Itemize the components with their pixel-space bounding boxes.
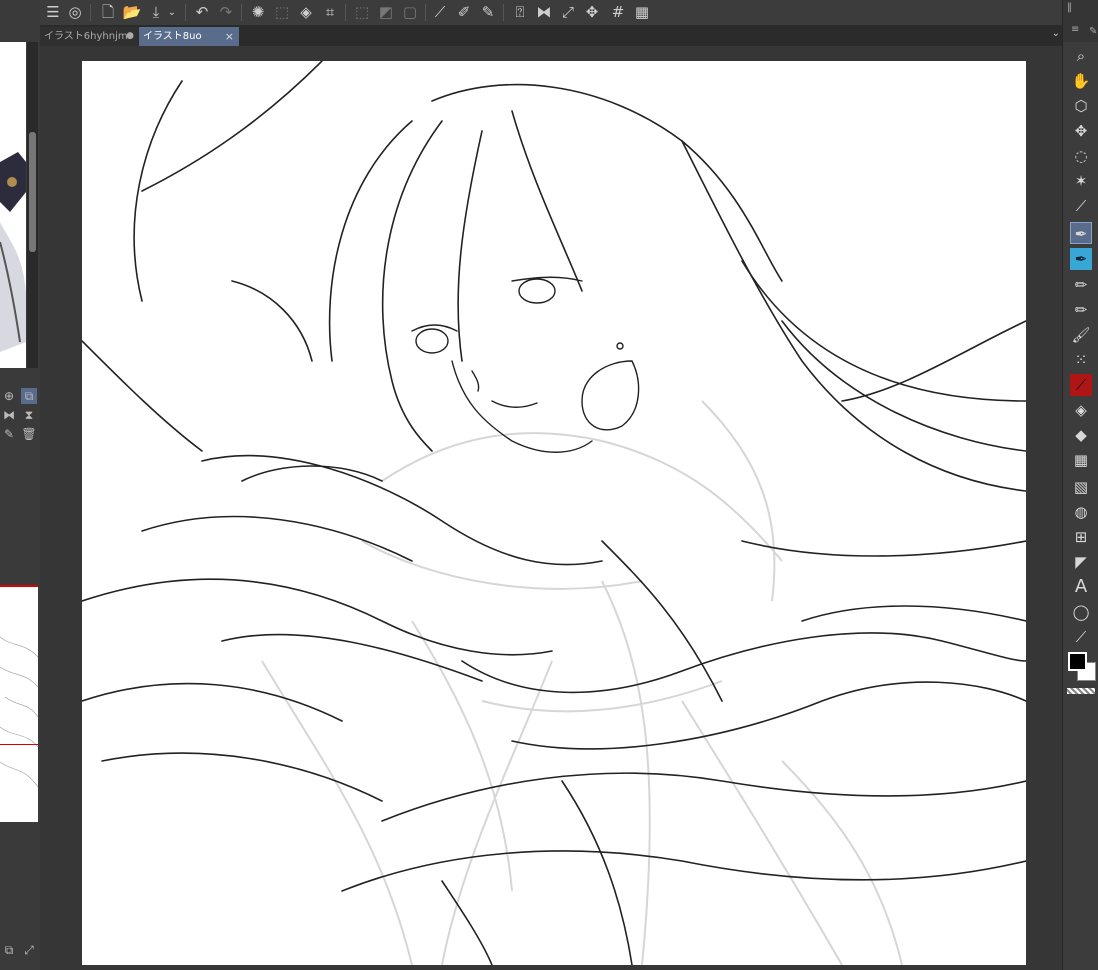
fit-view-icon[interactable]: ⧉ [21,388,37,404]
left-side-panel: ⊕ ⧉ ⧓ ⧗ ✎ 🗑 ⧉ ⤢ [0,0,41,970]
pencil-icon[interactable]: ✏ [1070,274,1092,296]
reference-tools: ⊕ ⧉ ⧓ ⧗ ✎ 🗑 [0,385,40,445]
ruler-icon[interactable]: ⟋ [430,3,450,22]
grid-icon[interactable]: # [608,3,628,22]
fill-bucket-icon[interactable]: ◈ [1070,399,1092,421]
brush-icon[interactable]: 🖌 [1070,324,1092,346]
palette-menu-icon[interactable]: ≡ [1071,24,1079,35]
reference-image-preview [0,42,26,368]
airbrush-icon[interactable]: ⁙ [1070,349,1092,371]
move-icon[interactable]: ✥ [582,3,602,22]
magic-wand-icon[interactable]: ✶ [1070,170,1092,192]
open-folder-icon[interactable]: 📂 [122,3,142,22]
brush-size-icon[interactable]: ✎ [1089,26,1097,37]
eraser-icon[interactable]: ◆ [1070,424,1092,446]
close-icon[interactable]: × [225,27,234,46]
dropdown-icon[interactable]: ⌄ [166,3,178,22]
save-icon[interactable]: ⤓ [146,3,166,22]
fill-icon[interactable]: ◈ [296,3,316,22]
pencil-alt-icon[interactable]: ✏ [1070,299,1092,321]
tab-illust-6hyhnjm[interactable]: イラスト6hyhnjm* ● [40,27,138,46]
pen-settings-icon[interactable]: ✎ [478,3,498,22]
loading-icon[interactable]: ✺ [248,3,268,22]
layer-icon[interactable]: ◎ [65,3,85,22]
gradient-icon[interactable]: ▧ [1070,476,1092,498]
eyedropper-icon[interactable]: ⟋ [1070,195,1092,217]
tab-illust-8uo[interactable]: イラスト8uo × [139,27,239,46]
pen-icon[interactable]: ✒ [1070,222,1092,244]
tool-palette: ‖ ≡ ✎ ⌕ ✋ ⬡ ✥ ◌ ✶ ⟋ ✒ ✒ ✏ ✏ 🖌 ⁙ ⟋ ◈ ◆ ▦ … [1062,0,1098,970]
navigator-tools: ⧉ ⤢ [0,942,40,970]
trash-icon[interactable]: 🗑 [21,426,37,442]
ruler-tool-icon[interactable]: ◤ [1070,551,1092,573]
hand-icon[interactable]: ✋ [1070,70,1092,92]
redo-icon[interactable]: ↷ [216,3,236,22]
grid-fine-icon[interactable]: ▦ [632,3,652,22]
document-tab-bar: イラスト6hyhnjm* ● イラスト8uo × ⌄ [40,25,1062,46]
navigator-expand-icon[interactable]: ⤢ [21,942,37,958]
frame-icon[interactable]: ⊞ [1070,526,1092,548]
flip-vertical-icon[interactable]: ⧗ [21,407,37,423]
blend-icon[interactable]: ◍ [1070,501,1092,523]
balloon-icon[interactable]: ◯ [1070,601,1092,623]
invert-selection-icon[interactable]: ◩ [376,3,396,22]
tab-label: イラスト6hyhnjm* [44,31,133,42]
tab-label: イラスト8uo [143,31,202,42]
reference-scrollbar[interactable] [27,42,38,368]
mesh-icon[interactable]: ▦ [1070,449,1092,471]
stroke-icon[interactable]: ✐ [454,3,474,22]
command-bar: ☰ ◎ 🗋 📂 ⤓ ⌄ ↶ ↷ ✺ ⬚ ◈ ⌗ ⬚ ◩ ▢ ⟋ ✐ ✎ ⍰ ⧓ … [40,0,1062,26]
text-icon[interactable]: A [1070,576,1092,598]
selection-border-icon[interactable]: ▢ [400,3,420,22]
navigator-preview[interactable] [0,585,38,822]
zoom-icon[interactable]: ⌕ [1070,45,1092,67]
flip-horizontal-icon[interactable]: ⧓ [1,407,17,423]
crop-icon[interactable]: ⌗ [320,3,340,22]
panel-grip-icon[interactable]: ‖ [1067,2,1072,13]
pen-alt-icon[interactable]: ✒ [1070,248,1092,270]
clear-icon[interactable]: ⬚ [272,3,292,22]
select-none-icon[interactable]: ⬚ [352,3,372,22]
fit-icon[interactable]: ⤢ [558,3,578,22]
transparent-color-icon[interactable] [1067,688,1095,694]
decoration-icon[interactable]: ⟋ [1070,374,1092,396]
move-layer-icon[interactable]: ✥ [1070,120,1092,142]
lasso-icon[interactable]: ◌ [1070,145,1092,167]
object-icon[interactable]: ⬡ [1070,95,1092,117]
canvas-viewport[interactable] [40,46,1062,970]
edit-icon[interactable]: ✎ [1,426,17,442]
new-file-icon[interactable]: 🗋 [98,3,118,22]
help-icon[interactable]: ⍰ [510,3,530,22]
correction-icon[interactable]: ⟋ [1070,626,1092,648]
chevron-down-icon[interactable]: ⌄ [1052,28,1060,39]
navigator-fit-icon[interactable]: ⧉ [1,942,17,958]
menu-icon[interactable]: ☰ [43,3,63,22]
modified-indicator: ● [126,31,134,41]
zoom-in-icon[interactable]: ⊕ [1,388,17,404]
undo-icon[interactable]: ↶ [192,3,212,22]
main-color-swatch[interactable] [1068,652,1087,671]
drawing-canvas[interactable] [82,61,1026,965]
flip-icon[interactable]: ⧓ [534,3,554,22]
